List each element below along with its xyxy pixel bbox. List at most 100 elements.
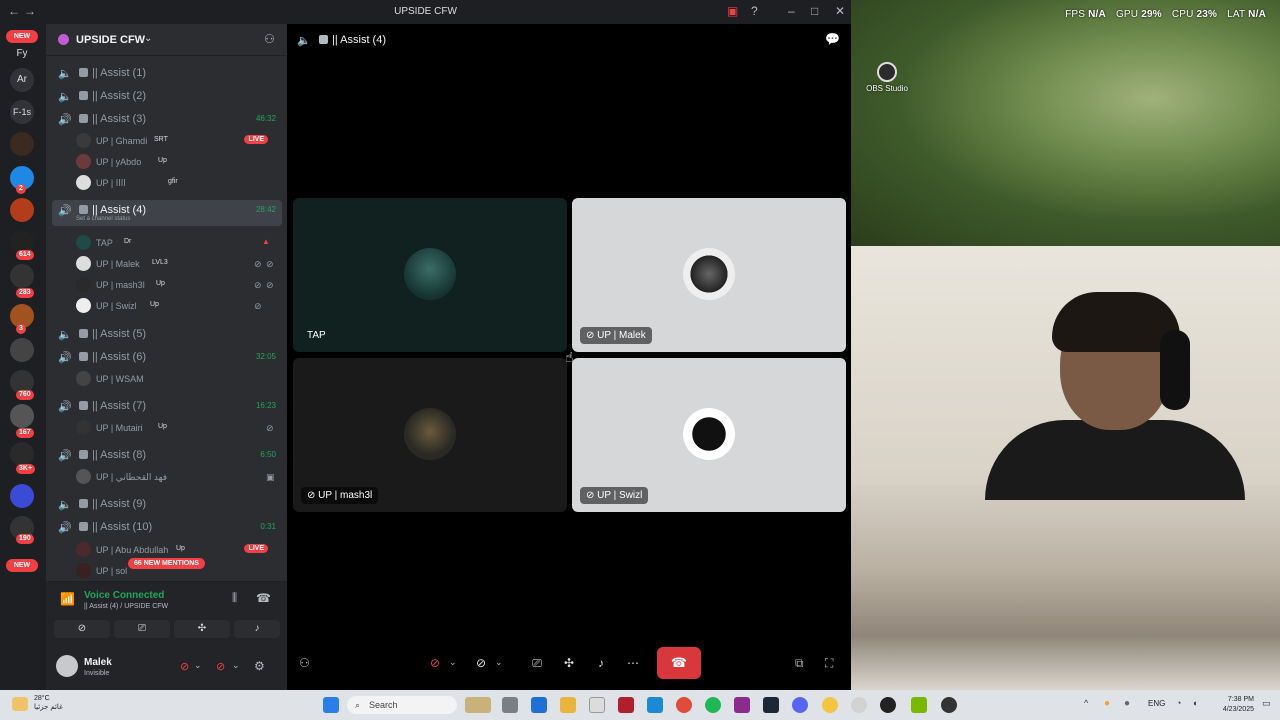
voice-channel-assist-4[interactable]: 🔊 || Assist (4) 28:42 Set a channel stat… xyxy=(52,200,282,226)
chevron-down-icon[interactable]: ⌄ xyxy=(495,657,503,668)
taskbar-search[interactable]: ⌕ Search xyxy=(347,696,457,714)
wifi-icon[interactable]: ◔ xyxy=(1176,698,1181,708)
participant-tile-swizl[interactable]: ⊘ UP | Swizl xyxy=(572,358,846,512)
obs-desktop-shortcut[interactable]: OBS Studio xyxy=(866,62,908,93)
tray-app-icon[interactable]: ● xyxy=(1104,698,1110,709)
spotify-icon[interactable] xyxy=(705,697,721,713)
nvidia-icon[interactable] xyxy=(911,697,927,713)
new-unread-pill-bottom[interactable]: NEW xyxy=(6,559,38,572)
task-view-icon[interactable] xyxy=(502,697,518,713)
file-explorer-icon[interactable] xyxy=(560,697,576,713)
camera-button[interactable]: ⊘ xyxy=(467,649,495,677)
voice-user[interactable]: UP | Malek LVL3 ⊘ ⊘ xyxy=(76,254,276,274)
new-mentions-pill[interactable]: 66 NEW MENTIONS xyxy=(128,558,205,569)
voice-user[interactable]: UP | Swizl Up ⊘ xyxy=(76,296,276,316)
store-icon[interactable] xyxy=(589,697,605,713)
app-icon-red[interactable] xyxy=(618,697,634,713)
disconnect-icon[interactable]: ☎ xyxy=(256,591,271,605)
voice-user[interactable]: UP | WSAM xyxy=(76,369,276,389)
more-options-button[interactable]: ⋯ xyxy=(619,649,647,677)
fullscreen-icon[interactable]: ⛶ xyxy=(825,656,833,671)
activities-button[interactable]: ✣ xyxy=(174,620,230,638)
app-icon-purple[interactable] xyxy=(734,697,750,713)
disconnect-call-button[interactable]: ☎ xyxy=(657,647,701,679)
app-icon-yellow[interactable] xyxy=(822,697,838,713)
edge-icon[interactable] xyxy=(647,697,663,713)
voice-user[interactable]: UP | فهد القحطاني ▣ xyxy=(76,467,276,487)
invite-to-voice-icon[interactable]: ⚇ xyxy=(299,656,310,670)
chevron-down-icon[interactable]: ⌄ xyxy=(194,660,202,671)
server-f1s[interactable]: F-1s xyxy=(10,100,34,124)
edge-app-icon[interactable] xyxy=(531,697,547,713)
mute-button[interactable]: ⊘ xyxy=(421,649,449,677)
chat-icon[interactable]: 💬 xyxy=(825,32,840,46)
voice-user[interactable]: TAP Dr ▲ xyxy=(76,233,276,253)
voice-channel-assist-6[interactable]: 🔊 || Assist (6) 32:05 xyxy=(52,347,282,367)
inbox-icon[interactable]: ▣ xyxy=(727,4,738,18)
voice-channel-assist-9[interactable]: 🔈 || Assist (9) xyxy=(52,494,282,514)
voice-user[interactable]: UP | mash3l Up ⊘ ⊘ xyxy=(76,275,276,295)
notification-icon[interactable]: ▭ xyxy=(1262,698,1271,709)
voice-channel-assist-10[interactable]: 🔊 || Assist (10) 0:31 xyxy=(52,517,282,537)
server-ar[interactable]: Ar xyxy=(10,68,34,92)
obs-taskbar-icon[interactable] xyxy=(880,697,896,713)
server-icon-9[interactable] xyxy=(10,404,34,428)
app-icon-gray[interactable] xyxy=(851,697,867,713)
volume-icon[interactable]: ◖ xyxy=(1192,698,1197,708)
participant-tile-tap[interactable]: TAP xyxy=(293,198,567,352)
mic-muted-icon[interactable]: ⊘ xyxy=(180,660,189,673)
participant-tile-malek[interactable]: ⊘ UP | Malek xyxy=(572,198,846,352)
server-icon-5[interactable] xyxy=(10,264,34,288)
my-username[interactable]: Malek xyxy=(84,657,112,668)
voice-user[interactable]: UP | yAbdo Up xyxy=(76,152,276,172)
chevron-down-icon[interactable]: ⌄ xyxy=(232,660,240,671)
signal-icon[interactable]: 📶 xyxy=(60,592,75,606)
soundboard-button[interactable]: ♪ xyxy=(587,649,615,677)
voice-user[interactable]: UP | Abu Abdullah Up LIVE xyxy=(76,540,276,560)
search-highlight-icon[interactable] xyxy=(465,697,491,713)
weather-widget[interactable]: 28°C غائم جزئيا xyxy=(34,694,63,712)
gear-icon[interactable]: ⚙ xyxy=(254,659,265,673)
server-icon-3[interactable] xyxy=(10,198,34,222)
maximize-button[interactable]: □ xyxy=(811,4,818,18)
discord-icon[interactable] xyxy=(792,697,808,713)
server-header[interactable]: UPSIDE CFW ⌄ ⚇ xyxy=(46,24,287,56)
chevron-up-icon[interactable]: ^ xyxy=(1084,698,1088,708)
voice-user[interactable]: UP | ﺍﺍﺍﺍ gfir xyxy=(76,173,276,193)
participant-tile-mash3l[interactable]: ⊘ UP | mash3l xyxy=(293,358,567,512)
app-icon-dark[interactable] xyxy=(941,697,957,713)
server-icon-11[interactable] xyxy=(10,484,34,508)
chevron-down-icon[interactable]: ⌄ xyxy=(449,657,457,668)
taskbar-clock[interactable]: 7:38 PM 4/23/2025 xyxy=(1223,695,1254,715)
chrome-icon[interactable] xyxy=(676,697,692,713)
keyboard-language[interactable]: ENG xyxy=(1148,699,1165,708)
noise-suppression-icon[interactable]: ⫼ xyxy=(232,592,237,605)
deafen-icon[interactable]: ⊘ xyxy=(216,660,225,673)
share-screen-button[interactable]: ⎚ xyxy=(523,649,551,677)
voice-status[interactable]: Voice Connected xyxy=(84,590,164,601)
voice-channel-assist-3[interactable]: 🔊 || Assist (3) 46:32 xyxy=(52,109,282,129)
server-icon-7[interactable] xyxy=(10,338,34,362)
server-icon-1[interactable] xyxy=(10,132,34,156)
voice-location[interactable]: || Assist (4) / UPSIDE CFW xyxy=(84,603,168,610)
voice-channel-assist-1[interactable]: 🔈 || Assist (1) xyxy=(52,63,282,83)
video-toggle-button[interactable]: ⊘ xyxy=(54,620,110,638)
server-icon-10[interactable] xyxy=(10,442,34,466)
voice-user[interactable]: UP | Mutairi Up ⊘ xyxy=(76,418,276,438)
weather-icon[interactable] xyxy=(12,697,28,711)
voice-channel-assist-8[interactable]: 🔊 || Assist (8) 6:50 xyxy=(52,445,282,465)
server-fy[interactable]: Fy xyxy=(10,42,34,66)
avatar[interactable] xyxy=(56,655,78,677)
voice-user[interactable]: UP | Ghamdi SRT LIVE xyxy=(76,131,276,151)
minimize-button[interactable]: – xyxy=(788,4,795,18)
tray-app-icon[interactable]: ● xyxy=(1124,698,1130,709)
close-button[interactable]: ✕ xyxy=(835,4,845,18)
start-icon[interactable] xyxy=(323,697,339,713)
screen-share-button[interactable]: ⎚ xyxy=(114,620,170,638)
help-icon[interactable]: ? xyxy=(751,4,758,18)
popout-icon[interactable]: ⧉ xyxy=(795,656,804,671)
channel-status-hint[interactable]: Set a channel status xyxy=(76,216,130,222)
voice-channel-assist-7[interactable]: 🔊 || Assist (7) 16:23 xyxy=(52,396,282,416)
steam-icon[interactable] xyxy=(763,697,779,713)
activities-button[interactable]: ✣ xyxy=(555,649,583,677)
